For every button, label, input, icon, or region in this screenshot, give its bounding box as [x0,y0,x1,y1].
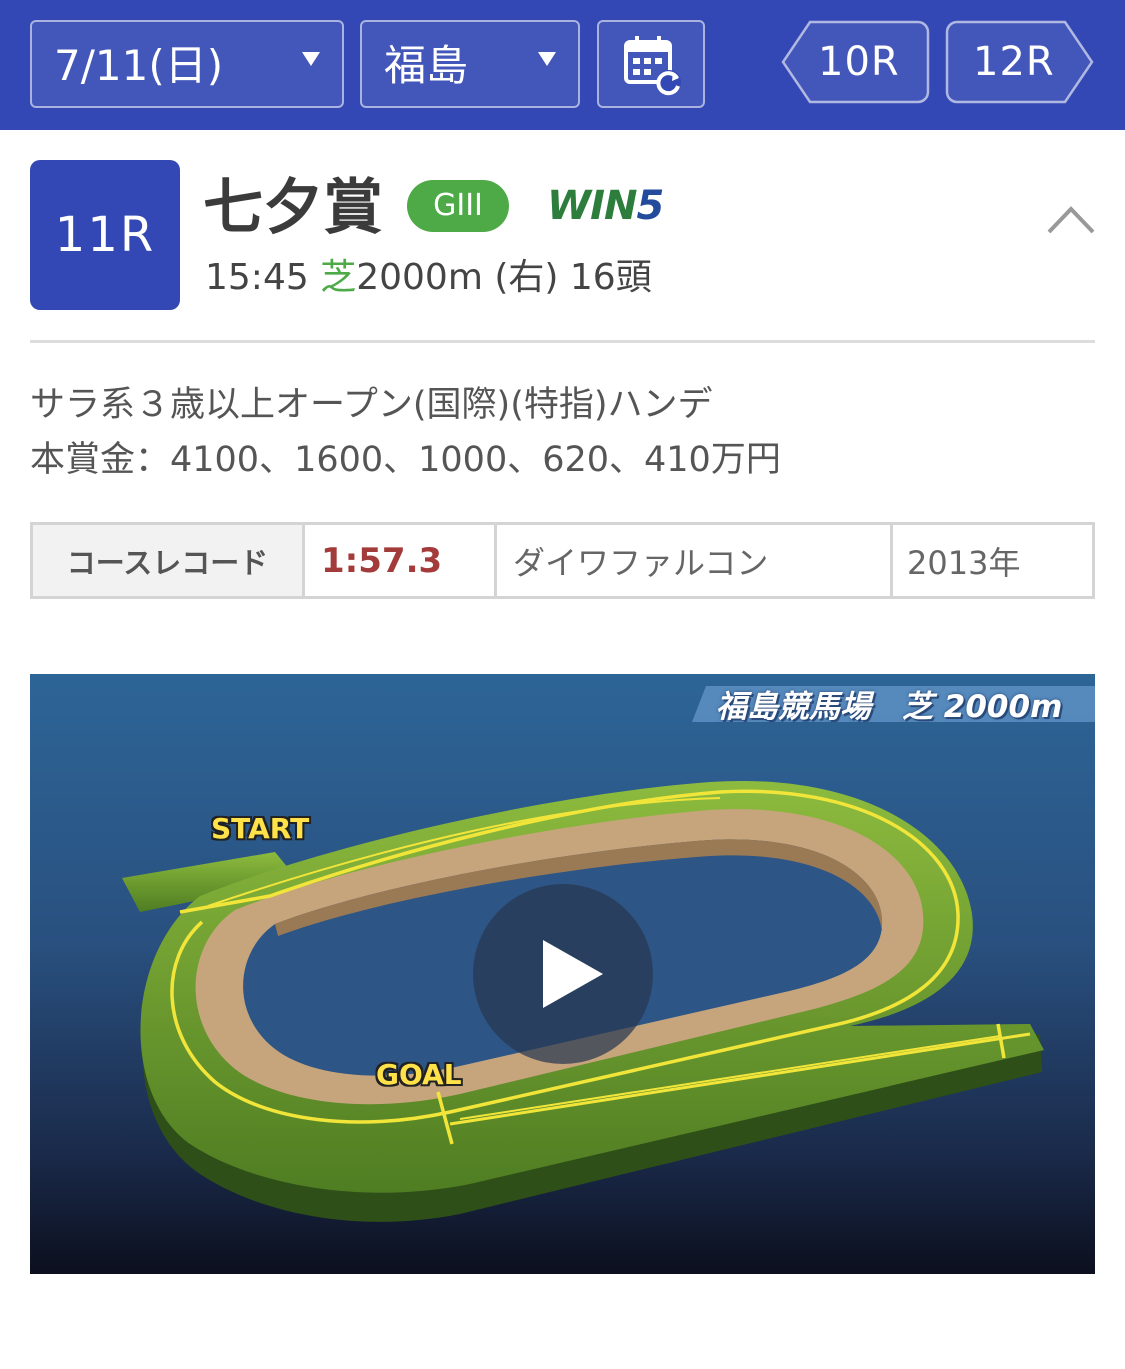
date-selector-value: 7/11(日) [54,41,224,90]
surface: 芝 [320,257,357,298]
date-selector[interactable]: 7/11(日) [30,20,344,108]
play-button[interactable] [473,884,653,1064]
start-label: START [211,812,310,845]
course-record-table: コースレコード 1:57.3 ダイワファルコン 2013年 [30,522,1095,599]
course-title: 福島競馬場 芝 2000m [716,689,1063,725]
grade-badge: GIII [407,180,509,232]
prize-money: 本賞金：4100、1600、1000、620、410万円 [30,440,781,480]
dropdown-arrow-icon [302,52,320,66]
next-race-button[interactable]: 12R [945,20,1095,104]
venue-selector[interactable]: 福島 [360,20,580,108]
header-divider [30,340,1095,343]
distance-direction: 2000m (右) [356,257,559,298]
race-meta: 15:45 芝2000m (右) 16頭 [205,254,652,302]
calendar-refresh-icon [624,36,681,96]
venue-selector-value: 福島 [384,41,469,90]
calendar-button[interactable] [597,20,705,108]
race-number-badge: 11R [30,160,180,310]
runner-count: 16頭 [569,257,652,298]
start-time: 15:45 [205,257,309,298]
top-navigation-bar: 7/11(日) 福島 10R 12R [0,0,1125,130]
dropdown-arrow-icon [538,52,556,66]
next-race-label: 12R [973,39,1055,85]
goal-label: GOAL [376,1058,462,1091]
win5-logo: WIN5 [547,182,664,230]
course-video[interactable]: 福島競馬場 芝 2000m START GOAL [30,674,1095,1274]
course-record-year: 2013年 [907,543,1021,582]
win5-logo-text: WIN [547,183,637,229]
course-record-label: コースレコード [33,525,305,596]
race-conditions: サラ系３歳以上オープン(国際)(特指)ハンデ [30,385,713,425]
course-record-horse: ダイワファルコン [497,525,893,596]
chevron-up-icon[interactable] [1046,203,1096,235]
course-record-time: 1:57.3 [305,525,497,596]
prev-race-button[interactable]: 10R [780,20,930,104]
play-icon [543,940,603,1008]
race-name: 七夕賞 [203,173,383,243]
prev-race-label: 10R [818,39,900,85]
win5-logo-number: 5 [636,183,664,229]
